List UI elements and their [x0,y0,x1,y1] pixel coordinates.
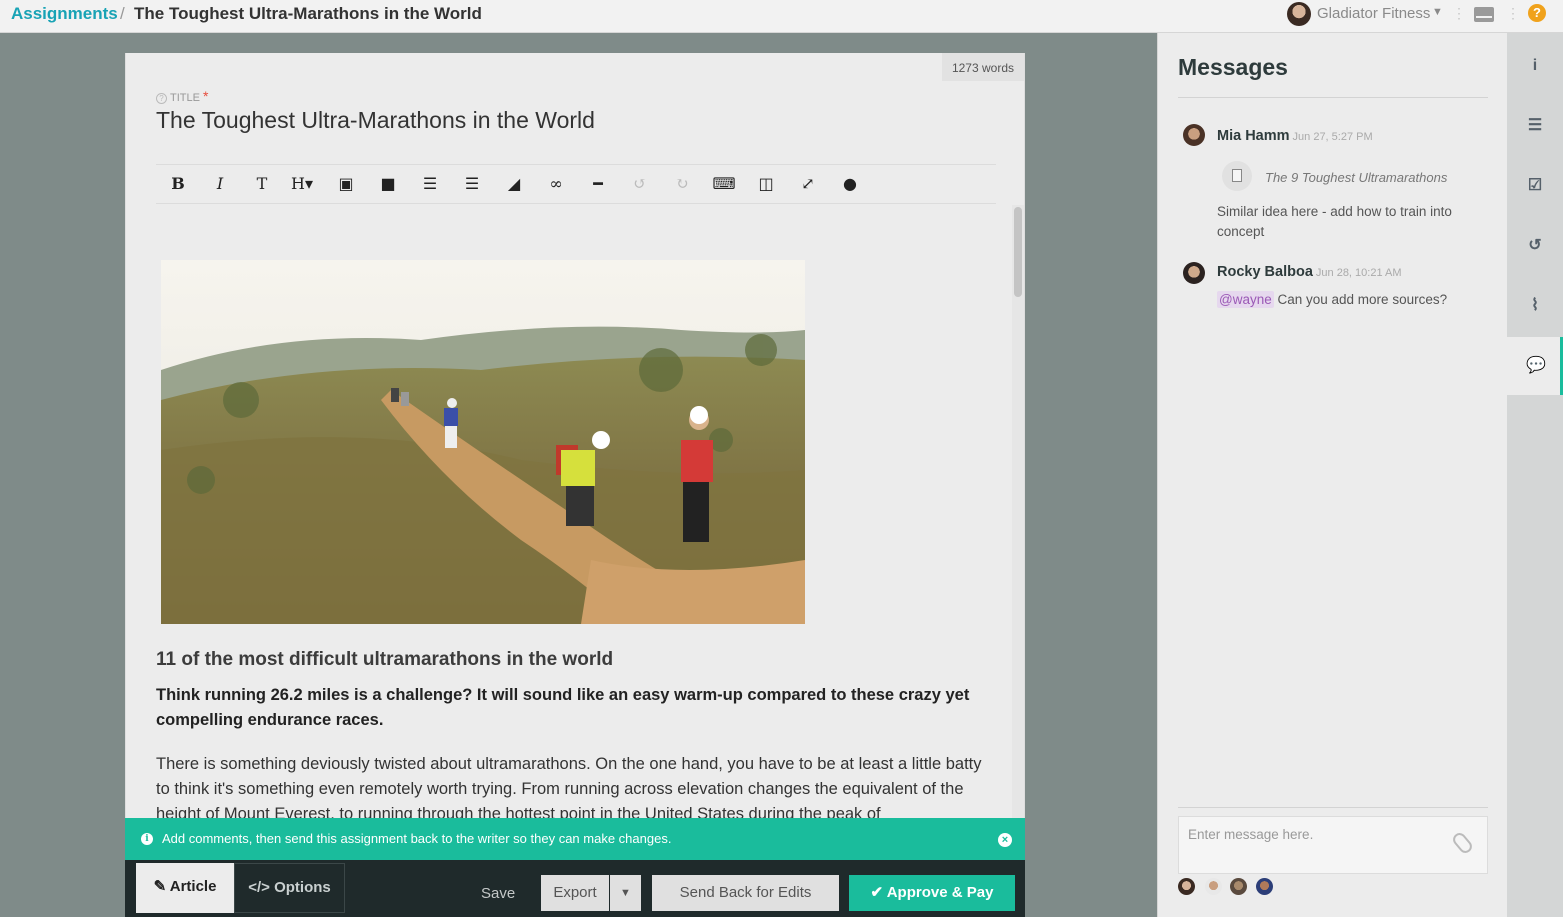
attachment-icon[interactable] [1222,161,1252,191]
chat-icon: 💬 [1526,357,1546,374]
top-bar: Assignments / The Toughest Ultra-Maratho… [0,0,1563,33]
required-marker: * [203,88,209,104]
history-icon: ↺ [1528,237,1542,254]
image-icon[interactable]: ▣ [334,173,358,195]
close-icon[interactable]: × [998,833,1012,847]
message-text: @wayne Can you add more sources? [1217,290,1487,310]
message-author: Mia Hamm Jun 27, 5:27 PM [1217,128,1373,144]
divider [1178,97,1488,98]
mention-tag[interactable]: @wayne [1217,291,1274,308]
video-icon[interactable]: ■ [376,173,400,195]
rail-item-chat[interactable]: 💬 [1507,337,1563,395]
redo-icon[interactable]: ↻ [670,173,694,195]
avatar [1256,878,1273,895]
mail-icon[interactable] [1474,7,1494,22]
document-icon [1232,169,1242,182]
info-icon: i [1532,57,1538,74]
message-author-name: Mia Hamm [1217,128,1290,144]
save-button[interactable]: Save [481,885,515,902]
rail-item-list[interactable]: ☰ [1507,97,1563,155]
rail-item-checkbox[interactable]: ☑ [1507,157,1563,215]
chevron-down-icon[interactable]: ▼ [1432,6,1443,18]
avatar [1183,262,1205,284]
article-image [161,260,805,624]
account-name[interactable]: Gladiator Fitness [1317,5,1430,22]
editor-card: 1273 words ? TITLE * The Toughest Ultra-M… [125,53,1025,917]
bold-icon[interactable]: B [166,173,190,195]
article-lead[interactable]: Think running 26.2 miles is a challenge?… [156,683,996,733]
breadcrumb-separator: / [120,4,125,23]
article-body[interactable]: There is something deviously twisted abo… [156,752,996,827]
link-icon[interactable]: ∞ [544,173,568,195]
notice-text: Add comments, then send this assignment … [162,831,672,846]
title-label: ? TITLE * [156,88,208,104]
info-icon: i [141,833,153,845]
list-icon: ☰ [1527,117,1543,134]
breadcrumb-current-title: The Toughest Ultra-Marathons in the Worl… [134,4,482,23]
editor-scrollbar[interactable] [1012,205,1024,865]
help-icon[interactable]: ? [1528,4,1546,22]
columns-icon[interactable]: ◫ [754,173,778,195]
divider-dots: ⋮ [1452,5,1466,21]
fullscreen-icon[interactable]: ⤢ [796,173,820,195]
messages-heading: Messages [1178,54,1288,80]
title-input[interactable]: The Toughest Ultra-Marathons in the Worl… [156,107,595,134]
eraser-icon[interactable]: ◢ [502,173,526,195]
rail-item-paperclip[interactable]: ⌇ [1507,277,1563,335]
unordered-list-icon[interactable]: ☰ [460,173,484,195]
account-avatar[interactable] [1287,2,1311,26]
avatar [1230,878,1247,895]
italic-icon[interactable]: I [208,173,232,195]
avatar [1183,124,1205,146]
divider [1178,807,1488,808]
rail-item-history[interactable]: ↺ [1507,217,1563,275]
comment-icon[interactable]: ● [838,173,862,195]
side-rail: i ☰ ☑ ↺ ⌇ 💬 [1507,33,1563,917]
approve-pay-button[interactable]: ✔ Approve & Pay [849,875,1015,911]
message-text: Similar idea here - add how to train int… [1217,204,1452,239]
notice-banner: i Add comments, then send this assignmen… [125,818,1025,860]
divider-dots: ⋮ [1506,5,1520,21]
messages-panel: Messages Mia Hamm Jun 27, 5:27 PM The 9 T… [1157,33,1507,917]
rail-item-info[interactable]: i [1507,37,1563,95]
horizontal-rule-icon[interactable]: ━ [586,173,610,195]
message-timestamp: Jun 28, 10:21 AM [1315,267,1402,279]
message-text-body: Can you add more sources? [1277,292,1448,307]
title-label-text: TITLE [170,92,200,104]
article-heading[interactable]: 11 of the most difficult ultramarathons … [156,649,613,671]
scrollbar-thumb[interactable] [1014,207,1022,297]
keyboard-icon[interactable]: ⌨ [712,173,736,195]
breadcrumb-assignments-link[interactable]: Assignments [11,4,118,24]
ordered-list-icon[interactable]: ☰ [418,173,442,195]
message-timestamp: Jun 27, 5:27 PM [1292,131,1373,143]
message-author: Rocky Balboa Jun 28, 10:21 AM [1217,264,1402,280]
paperclip-icon: ⌇ [1531,297,1539,314]
avatar [1178,878,1195,895]
tab-article[interactable]: ✎ Article [136,863,234,913]
avatar [1205,878,1222,895]
message-input[interactable]: Enter message here. [1178,816,1488,874]
message-author-name: Rocky Balboa [1217,264,1313,280]
word-count: 1273 words [941,53,1024,81]
clear-format-icon[interactable]: T [250,173,274,195]
heading-icon[interactable]: H▾ [290,173,314,195]
editor-toolbar: B I T H▾ ▣ ■ ☰ ☰ ◢ ∞ ━ ↺ ↻ ⌨ ◫ ⤢ ● [156,164,996,204]
action-bar: ✎ Article </> Options Save Export ▼ Send… [125,860,1025,917]
export-button[interactable]: Export [541,875,609,911]
undo-icon[interactable]: ↺ [628,173,652,195]
tab-options[interactable]: </> Options [234,863,345,913]
attachment-link[interactable]: The 9 Toughest Ultramarathons [1265,170,1447,185]
checkbox-icon: ☑ [1527,177,1543,194]
export-dropdown-toggle[interactable]: ▼ [610,875,641,911]
send-back-button[interactable]: Send Back for Edits [652,875,839,911]
help-icon[interactable]: ? [156,93,167,104]
